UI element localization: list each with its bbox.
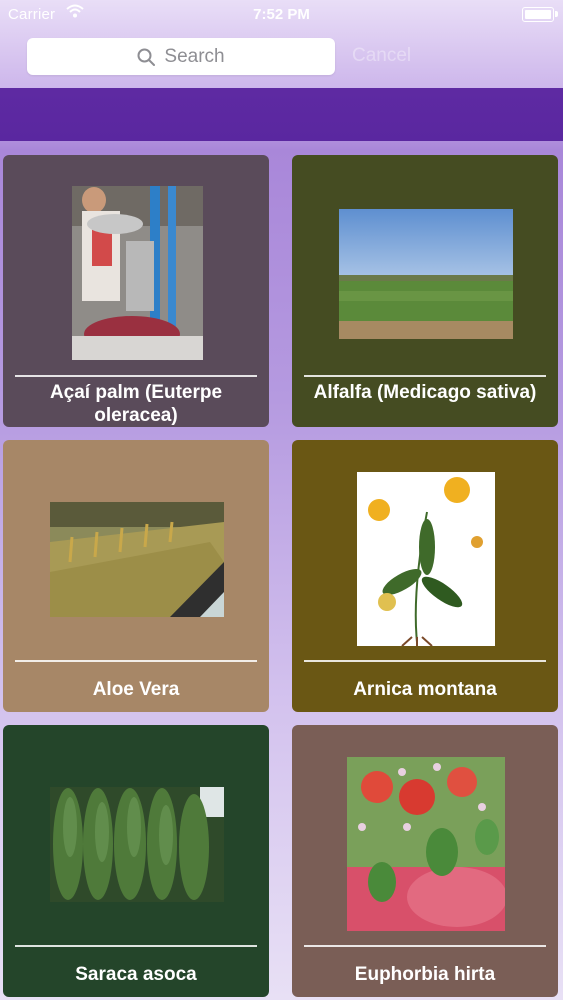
tile-divider [15,660,257,662]
tile-divider [15,945,257,947]
battery-icon [522,7,558,22]
search-icon [137,48,156,66]
acai-palm-photo [72,186,203,360]
tile-divider [304,945,546,947]
search-input[interactable]: Search [27,38,335,75]
tile-divider [15,375,257,377]
plant-name: Aloe Vera [92,679,180,700]
plant-tile-arnica-montana[interactable]: Arnica montana [292,440,558,712]
search-placeholder: Search [164,45,225,67]
status-bar: Carrier 7:52 PM [0,0,563,30]
aloe-vera-photo [50,502,224,617]
arnica-montana-photo [357,472,495,646]
plant-name: Açaí palm (Euterpe oleracea) [49,382,223,426]
tile-divider [304,375,546,377]
plant-name: Arnica montana [353,679,497,700]
alfalfa-photo [339,209,513,339]
plant-tile-euphorbia-hirta[interactable]: Euphorbia hirta [292,725,558,997]
plant-tile-aloe-vera[interactable]: Aloe Vera [3,440,269,712]
tile-divider [304,660,546,662]
clock: 7:52 PM [253,6,310,23]
euphorbia-hirta-photo [347,757,505,931]
cancel-button[interactable]: Cancel [352,45,411,67]
saraca-asoca-photo [50,787,224,902]
header-band [0,88,563,141]
plant-tile-alfalfa[interactable]: Alfalfa (Medicago sativa) [292,155,558,427]
plant-name: Saraca asoca [75,964,197,985]
plant-name: Alfalfa (Medicago sativa) [313,382,537,403]
plant-tile-saraca-asoca[interactable]: Saraca asoca [3,725,269,997]
plant-name: Euphorbia hirta [354,964,496,985]
plant-tile-acai-palm[interactable]: Açaí palm (Euterpe oleracea) [3,155,269,427]
